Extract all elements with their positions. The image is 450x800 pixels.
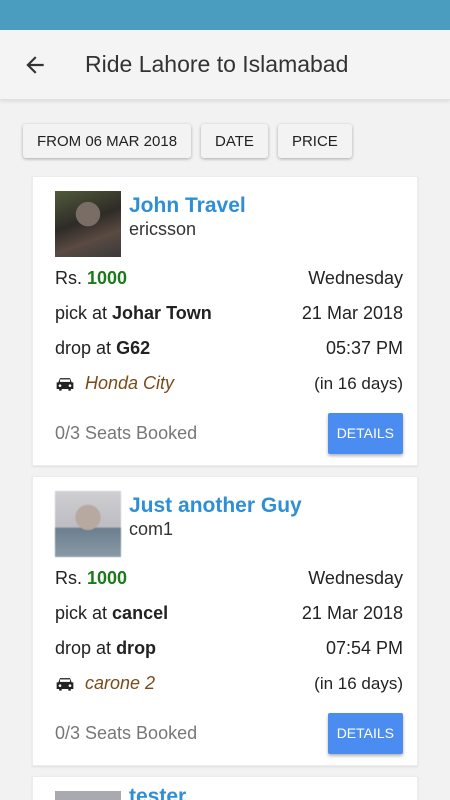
driver-name[interactable]: John Travel [129,194,246,218]
ride-date: 21 Mar 2018 [301,603,403,623]
app-bar: Ride Lahore to Islamabad [0,30,450,100]
driver-username: ericsson [129,219,197,239]
ride-card[interactable]: tester [32,776,418,800]
ride-date: 21 Mar 2018 [301,303,403,323]
driver-header: John Travel ericsson [55,191,403,257]
driver-header: tester [55,785,403,800]
filter-from-date-button[interactable]: FROM 06 MAR 2018 [23,124,192,158]
car-name: carone 2 [85,673,156,693]
driver-username: com1 [129,519,174,539]
driver-name[interactable]: Just another Guy [129,494,302,518]
ride-time: 05:37 PM [325,338,403,358]
filter-bar: FROM 06 MAR 2018 DATE PRICE [0,100,450,176]
car-info: Honda City [55,373,174,394]
status-bar [0,0,450,30]
ride-relative-time: (in 16 days) [314,673,403,693]
ride-card[interactable]: John Travel ericsson Rs. 1000 Wednesday … [32,176,418,466]
car-info: carone 2 [55,673,155,694]
drop-location: drop at G62 [55,338,151,358]
car-icon [56,377,74,391]
seats-booked: 0/3 Seats Booked [55,723,198,743]
drop-location: drop at drop [55,638,157,658]
page-title: Ride Lahore to Islamabad [85,51,349,77]
driver-avatar [55,191,121,257]
ride-time: 07:54 PM [325,638,403,658]
arrow-back-icon [26,55,44,74]
sort-date-button[interactable]: DATE [201,124,268,158]
details-button[interactable]: DETAILS [327,713,403,754]
ride-day: Wednesday [308,568,403,588]
ride-price: Rs. 1000 [55,568,128,588]
ride-price: Rs. 1000 [55,268,128,288]
details-button[interactable]: DETAILS [327,413,403,454]
driver-avatar [55,491,121,557]
ride-day: Wednesday [308,268,403,288]
seats-booked: 0/3 Seats Booked [55,423,198,443]
ride-relative-time: (in 16 days) [314,373,403,393]
driver-name[interactable]: tester [129,785,186,800]
ride-card[interactable]: Just another Guy com1 Rs. 1000 Wednesday… [32,476,418,766]
sort-price-button[interactable]: PRICE [277,124,352,158]
back-button[interactable] [0,30,70,100]
driver-avatar [55,791,121,800]
ride-list: John Travel ericsson Rs. 1000 Wednesday … [0,176,450,800]
pickup-location: pick at Johar Town [55,303,212,323]
car-name: Honda City [85,373,175,393]
car-icon [56,677,74,691]
pickup-location: pick at cancel [55,603,169,623]
driver-header: Just another Guy com1 [55,491,403,557]
